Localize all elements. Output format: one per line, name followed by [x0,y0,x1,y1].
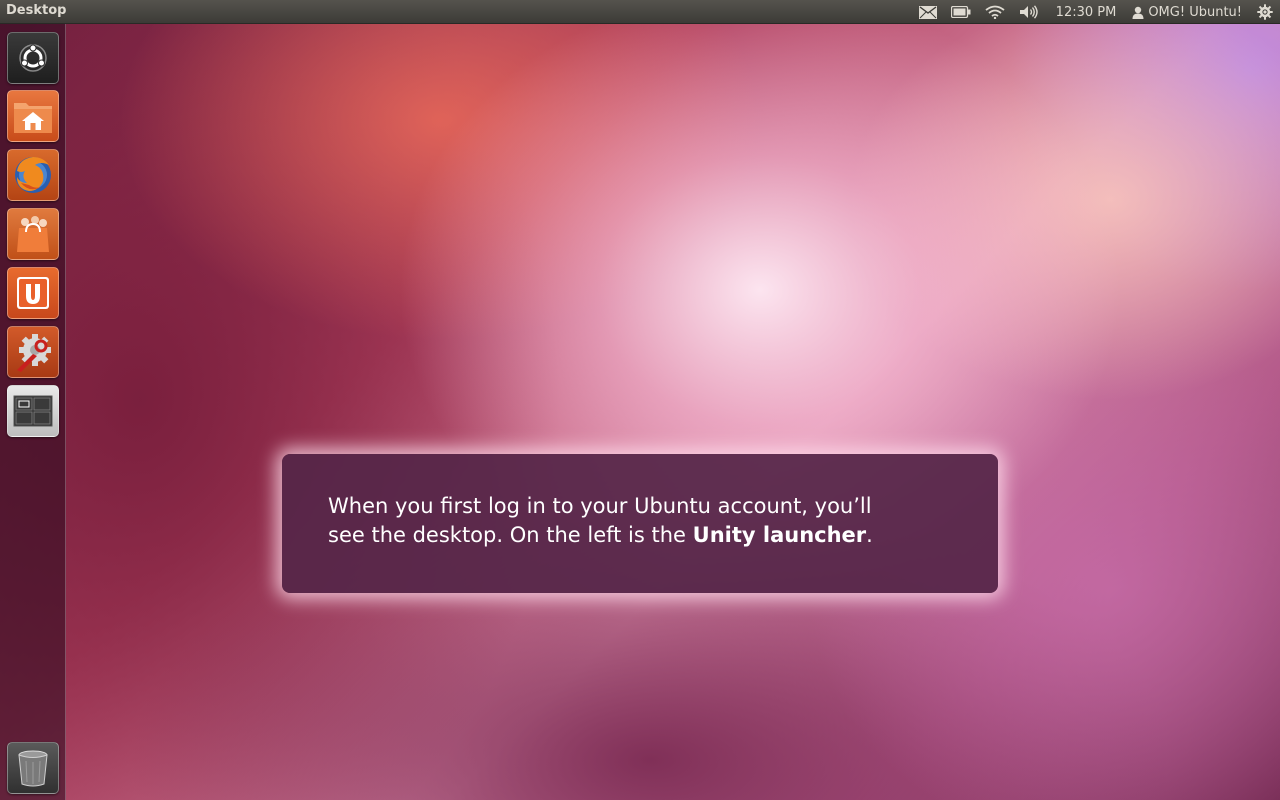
indicator-area: 12:30 PM OMG! Ubuntu! [912,0,1280,24]
tour-dialog: When you first log in to your Ubuntu acc… [282,454,998,593]
settings-wrench-icon [17,334,51,372]
mail-icon[interactable] [912,0,944,24]
top-panel: Desktop 12:30 PM OMG! Ubuntu! [0,0,1280,24]
user-menu[interactable]: OMG! Ubuntu! [1126,0,1250,24]
firefox-icon [15,157,51,193]
wifi-icon[interactable] [978,0,1012,24]
home-folder-icon [14,103,52,133]
ubuntu-one-icon [17,277,49,309]
volume-icon[interactable] [1012,0,1046,24]
software-center-launcher[interactable] [7,208,59,260]
user-name: OMG! Ubuntu! [1148,4,1242,20]
tour-dialog-text: When you first log in to your Ubuntu acc… [328,492,908,550]
system-settings-launcher[interactable] [7,326,59,378]
desktop-wallpaper [0,0,1280,800]
user-icon [1132,6,1144,19]
tour-text-part2: . [866,523,873,547]
ubuntu-logo-icon [19,44,47,72]
ubuntu-one-launcher[interactable] [7,267,59,319]
trash-icon [18,750,48,787]
power-gear-icon[interactable] [1250,0,1280,24]
clock[interactable]: 12:30 PM [1046,0,1127,24]
firefox-launcher[interactable] [7,149,59,201]
panel-window-title: Desktop [6,3,67,18]
home-folder-launcher[interactable] [7,90,59,142]
tour-text-bold: Unity launcher [692,523,867,547]
dash-home-button[interactable] [7,32,59,84]
trash-launcher[interactable] [7,742,59,794]
unity-launcher [0,24,66,800]
battery-icon[interactable] [944,0,978,24]
workspace-switcher-launcher[interactable] [7,385,59,437]
workspace-switcher-icon [13,395,53,427]
shopping-bag-icon [17,216,49,252]
